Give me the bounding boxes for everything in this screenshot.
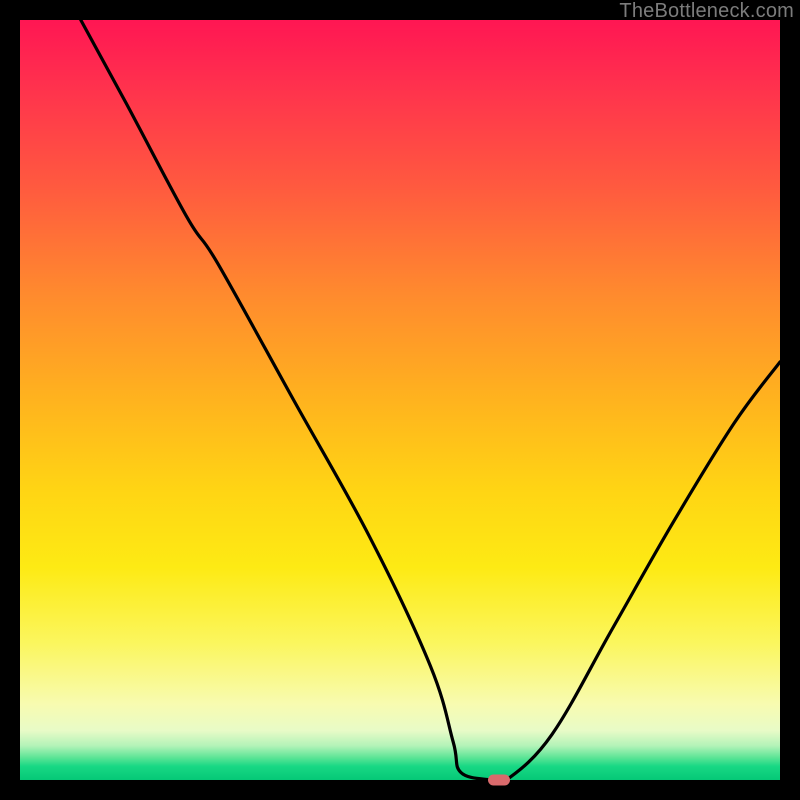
plot-area <box>20 20 780 780</box>
optimal-point-marker <box>488 775 510 786</box>
curve-svg <box>20 20 780 780</box>
bottleneck-curve-path <box>81 20 780 780</box>
chart-frame: TheBottleneck.com <box>0 0 800 800</box>
